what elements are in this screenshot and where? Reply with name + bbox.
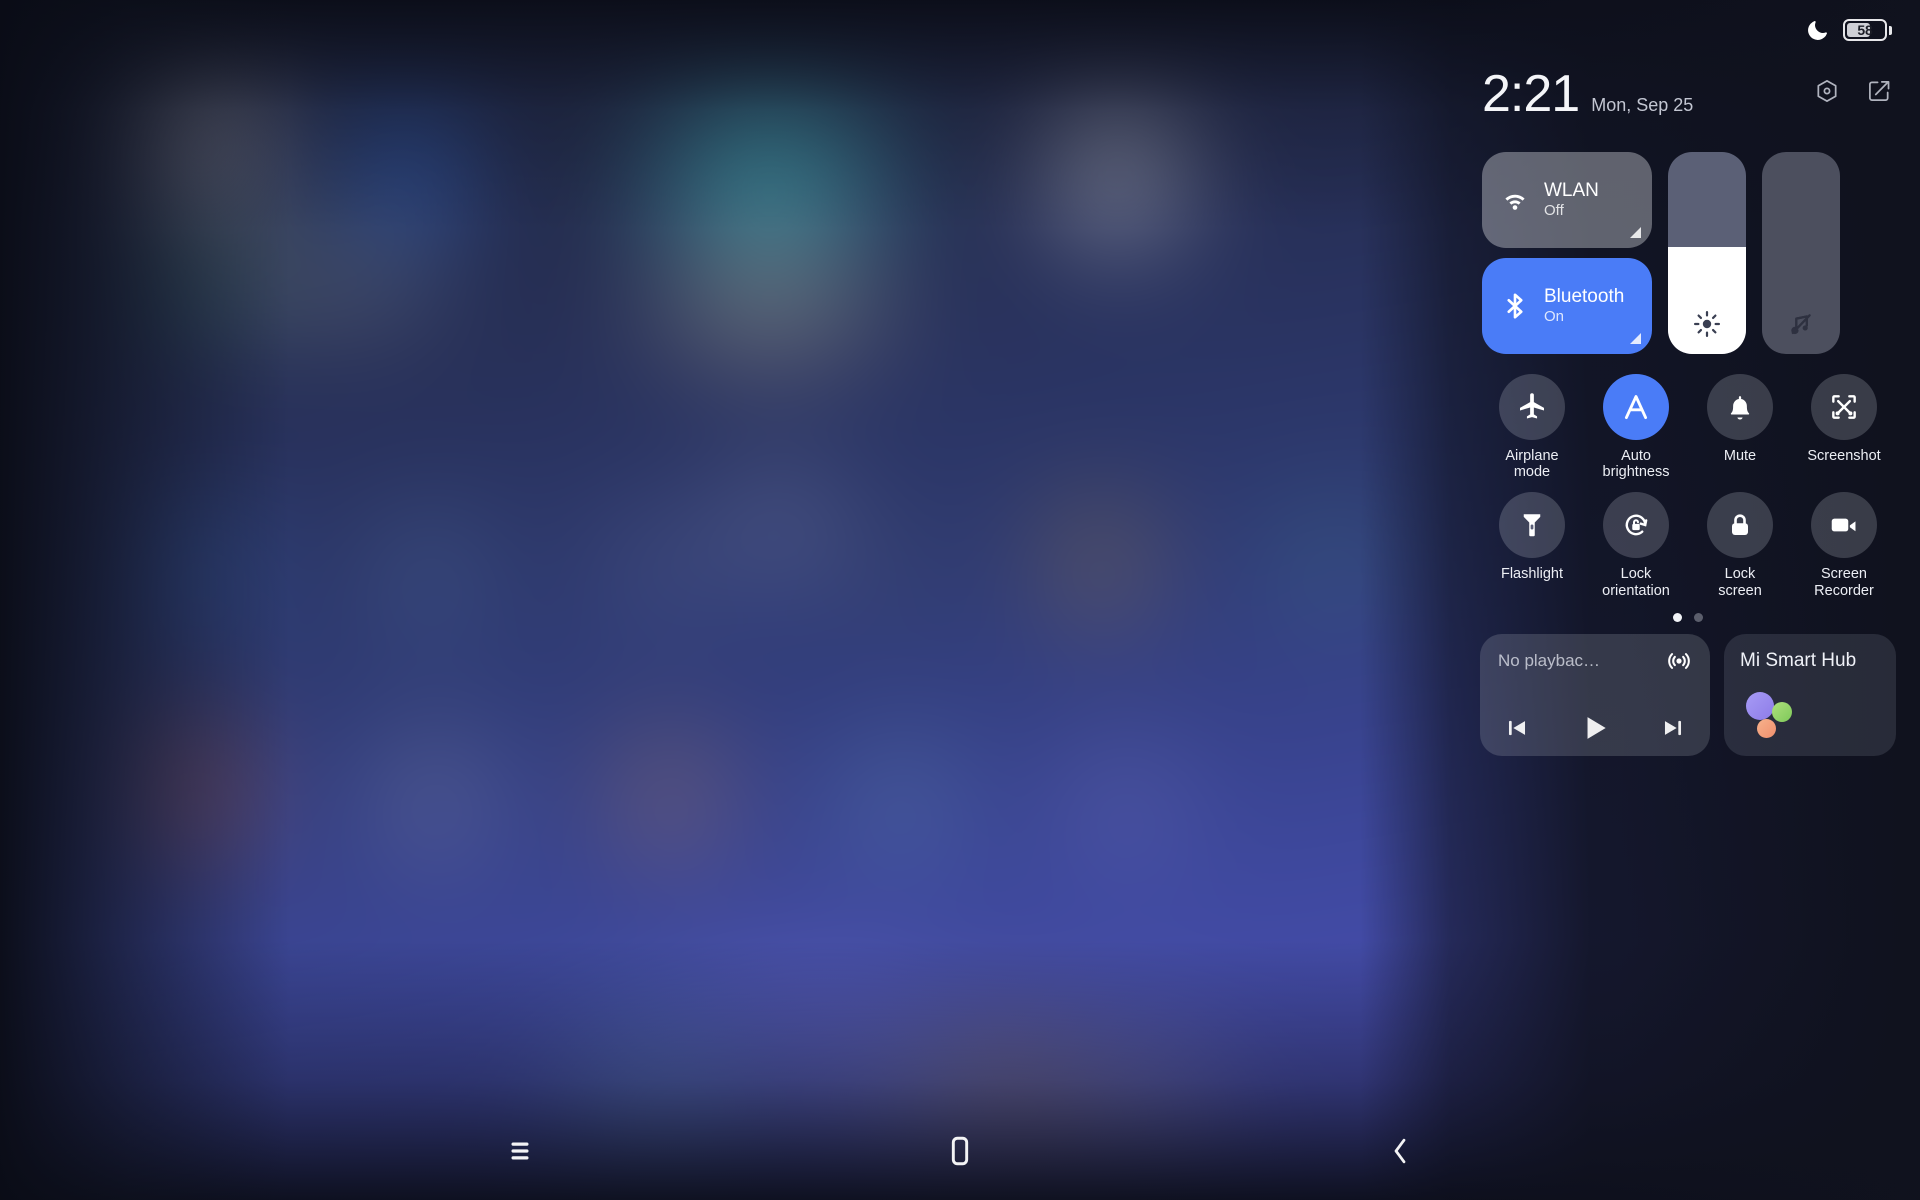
navigation-bar	[0, 1102, 1920, 1200]
hub-dot-3	[1757, 718, 1776, 738]
home-button[interactable]	[930, 1121, 990, 1181]
smart-hub-device-dots	[1746, 691, 1806, 740]
battery-percent-label: 58	[1857, 22, 1873, 38]
flashlight-icon	[1499, 492, 1565, 559]
toggle-label: Screen Recorder	[1814, 566, 1874, 599]
toggle-label: Lock orientation	[1602, 566, 1670, 599]
cast-icon[interactable]	[1666, 648, 1692, 674]
play-icon[interactable]	[1579, 712, 1611, 744]
wlan-tile-state: Off	[1544, 201, 1564, 219]
control-center-panel: 2:21 Mon, Sep 25 WLAN Off Bluetooth On A…	[1478, 68, 1898, 756]
bluetooth-tile-title: Bluetooth	[1544, 285, 1625, 307]
page-dot-2[interactable]	[1694, 612, 1703, 622]
bell-icon	[1707, 374, 1773, 440]
media-transport-controls	[1498, 712, 1692, 744]
wlan-tile[interactable]: WLAN Off	[1482, 152, 1652, 248]
toggle-auto-brightness[interactable]: Auto brightness	[1584, 374, 1688, 480]
big-tiles-column: WLAN Off Bluetooth On	[1482, 152, 1652, 354]
screenshot-icon	[1811, 374, 1877, 440]
bluetooth-expand-corner[interactable]	[1630, 333, 1641, 344]
bluetooth-tile[interactable]: Bluetooth On	[1482, 258, 1652, 354]
quick-toggles-grid: Airplane mode Auto brightness Mute Scree…	[1478, 374, 1898, 599]
toggle-mute[interactable]: Mute	[1688, 374, 1792, 480]
battery-indicator: 58	[1843, 19, 1892, 41]
toggle-screenshot[interactable]: Screenshot	[1792, 374, 1896, 480]
page-indicator	[1478, 612, 1898, 622]
brightness-slider[interactable]	[1668, 152, 1746, 354]
airplane-icon	[1499, 374, 1565, 440]
smart-hub-title: Mi Smart Hub	[1740, 649, 1857, 671]
header-actions	[1814, 68, 1892, 104]
media-title-label: No playbac…	[1498, 650, 1601, 670]
next-icon[interactable]	[1660, 715, 1686, 741]
media-player-card[interactable]: No playbac…	[1480, 633, 1710, 756]
toggle-label: Auto brightness	[1602, 448, 1670, 481]
hub-dot-2	[1772, 701, 1792, 722]
toggle-label: Flashlight	[1500, 566, 1564, 583]
video-camera-icon	[1811, 492, 1877, 559]
back-button[interactable]	[1370, 1121, 1430, 1181]
toggle-label: Screenshot	[1807, 448, 1881, 464]
music-muted-icon	[1762, 310, 1840, 338]
edit-icon[interactable]	[1866, 78, 1892, 104]
lock-icon	[1707, 492, 1773, 559]
moon-icon	[1807, 19, 1829, 41]
bottom-widgets-row: No playbac… Mi Smart Hub	[1478, 633, 1898, 756]
recents-button[interactable]	[490, 1121, 550, 1181]
wlan-tile-title: WLAN	[1544, 179, 1599, 201]
toggle-flashlight[interactable]: Flashlight	[1480, 492, 1584, 598]
wlan-expand-corner[interactable]	[1630, 227, 1641, 238]
clock-and-date: 2:21 Mon, Sep 25	[1482, 68, 1693, 120]
toggle-label: Airplane mode	[1505, 448, 1559, 481]
media-card-header: No playbac…	[1498, 648, 1692, 674]
media-volume-slider[interactable]	[1762, 152, 1840, 354]
bluetooth-tile-state: On	[1544, 307, 1565, 325]
tiles-and-sliders-row: WLAN Off Bluetooth On	[1478, 152, 1898, 354]
previous-icon[interactable]	[1504, 715, 1530, 741]
toggle-label: Mute	[1723, 448, 1757, 464]
page-dot-1[interactable]	[1673, 612, 1682, 622]
settings-icon[interactable]	[1814, 78, 1840, 104]
wlan-tile-text: WLAN Off	[1544, 179, 1599, 219]
toggle-lock-screen[interactable]: Lock screen	[1688, 492, 1792, 599]
toggle-lock-orientation[interactable]: Lock orientation	[1584, 492, 1688, 599]
bluetooth-tile-text: Bluetooth On	[1544, 285, 1625, 325]
wifi-icon	[1498, 183, 1532, 217]
hub-dot-1	[1746, 691, 1774, 720]
date-label: Mon, Sep 25	[1591, 95, 1694, 115]
toggle-label: Lock screen	[1718, 566, 1762, 599]
brightness-icon	[1668, 310, 1746, 338]
lock-orientation-icon	[1603, 492, 1669, 559]
toggle-airplane-mode[interactable]: Airplane mode	[1480, 374, 1584, 480]
status-bar: 58	[1320, 0, 1920, 60]
clock-label: 2:21	[1482, 65, 1580, 123]
bluetooth-icon	[1498, 289, 1532, 323]
control-center-header: 2:21 Mon, Sep 25	[1478, 68, 1898, 140]
battery-cap	[1889, 25, 1892, 35]
auto-brightness-icon	[1603, 374, 1669, 440]
toggle-screen-recorder[interactable]: Screen Recorder	[1792, 492, 1896, 599]
mi-smart-hub-card[interactable]: Mi Smart Hub	[1724, 633, 1896, 756]
